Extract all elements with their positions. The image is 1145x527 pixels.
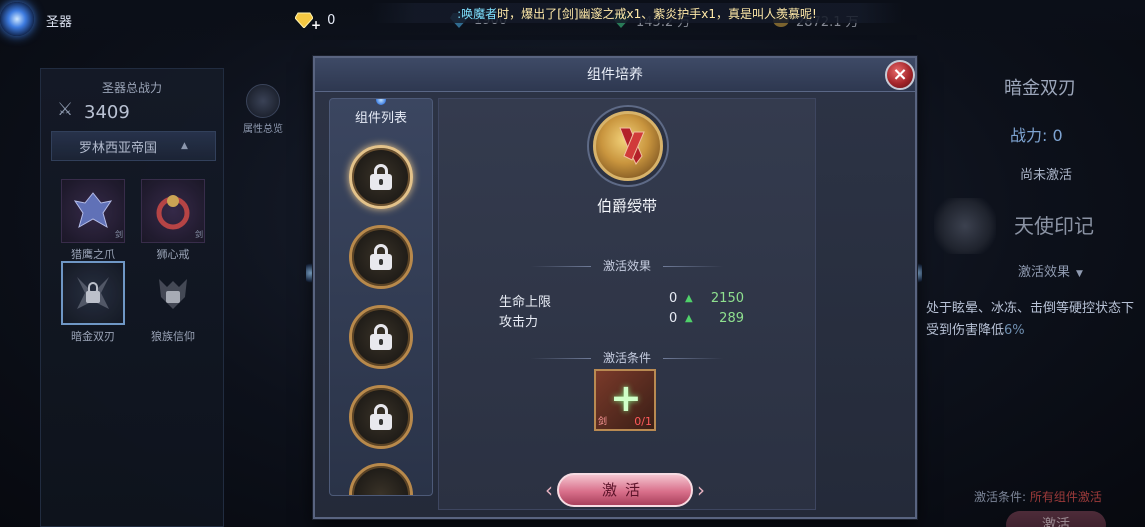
artifact-list-panel: 圣器总战力 ⚔ 3409 罗林西亚帝国 ▲ 剑 猎鹰之爪 剑 狮心戒 暗金双刃	[40, 68, 224, 527]
attribute-overview-button[interactable]: 属性总览	[238, 84, 288, 135]
page-title: 圣器	[46, 15, 73, 30]
effect-desc-text: 受到伤害降低	[926, 323, 1005, 338]
list-orb-icon	[376, 99, 386, 105]
artifact-item-selected[interactable]: 暗金双刃	[61, 261, 125, 344]
sword-emblem-icon: ⚔	[57, 99, 74, 120]
wolf-lock-icon	[159, 279, 187, 309]
component-slot[interactable]	[349, 463, 413, 495]
condition-value: 所有组件激活	[1029, 490, 1102, 504]
empire-label: 罗林西亚帝国	[79, 140, 158, 156]
lock-icon	[370, 244, 392, 270]
artifact-icon-box	[61, 261, 125, 325]
marquee-item2: 紫炎护手x1，真是叫人羡慕呢!	[653, 6, 817, 21]
effect-heading-label: 激活效果	[1018, 265, 1071, 280]
artifact-activate-button[interactable]: 激活	[1006, 511, 1106, 527]
lock-icon	[370, 404, 392, 430]
artifact-power: 战力: 0	[1010, 126, 1063, 145]
modal-header: 组件培养	[315, 58, 915, 92]
artifact-icon-box	[141, 261, 205, 325]
modal-title: 组件培养	[587, 67, 643, 83]
component-slot[interactable]	[349, 385, 413, 449]
artifact-tag: 剑	[195, 230, 203, 239]
menu-orb-icon[interactable]	[0, 2, 34, 36]
artifact-detail-panel: 暗金双刃 战力: 0 尚未激活 天使印记 激活效果 ▼ 处于眩晕、冰冻、击倒等硬控…	[926, 56, 1145, 527]
stat-name: 攻击力	[499, 315, 539, 330]
artifact-item[interactable]: 剑 猎鹰之爪	[61, 179, 125, 262]
component-detail: 伯爵绶带 激活效果 生命上限 0 ▲ 2150 攻击力 0 ▲ 289 激活条件…	[438, 98, 816, 510]
artifact-label: 狼族信仰	[151, 330, 195, 343]
component-slot[interactable]	[349, 305, 413, 369]
marquee-item: [剑]幽邃之戒x1、	[557, 6, 654, 21]
stat-current: 0	[669, 311, 678, 326]
arrow-up-icon: ▲	[685, 313, 693, 324]
artifact-name: 暗金双刃	[1004, 78, 1076, 99]
activation-condition: 激活条件: 所有组件激活	[974, 488, 1102, 505]
effect-heading: 激活效果 ▼	[1018, 261, 1083, 280]
condition-section-heading: 激活条件	[439, 349, 815, 366]
artifact-item[interactable]: 狼族信仰	[141, 261, 205, 344]
effect-section-label: 激活效果	[602, 259, 651, 273]
required-item-count: 0/1	[634, 415, 652, 428]
artifact-item[interactable]: 剑 狮心戒	[141, 179, 205, 262]
stat-next: 2150	[710, 291, 744, 306]
empire-dropdown[interactable]: 罗林西亚帝国 ▲	[51, 131, 216, 161]
lock-icon	[370, 164, 392, 190]
angel-seal-icon	[934, 198, 996, 254]
attribute-overview-label: 属性总览	[243, 124, 283, 135]
condition-label: 激活条件:	[974, 490, 1030, 504]
add-icon: +	[311, 18, 322, 32]
artifact-tag: 剑	[115, 230, 123, 239]
component-name: 伯爵绶带	[596, 197, 657, 215]
component-list-title: 组件列表	[354, 111, 407, 126]
effect-description: 处于眩晕、冰冻、击倒等硬控状态下 受到伤害降低6%	[926, 298, 1145, 342]
chevron-up-icon: ▲	[181, 141, 188, 151]
shield-icon	[246, 84, 280, 118]
activation-status: 尚未激活	[1020, 168, 1073, 183]
plus-icon: +	[610, 376, 642, 420]
artifact-label: 狮心戒	[156, 248, 190, 261]
lock-icon	[370, 324, 392, 350]
arrow-up-icon: ▲	[685, 293, 693, 304]
stat-next: 289	[719, 311, 744, 326]
currency-value: 0	[327, 12, 336, 28]
effect-desc-line2: 受到伤害降低6%	[926, 320, 1145, 342]
marquee-text: 时，爆出了	[497, 6, 558, 21]
total-power-value: 3409	[84, 102, 130, 123]
component-list: 组件列表	[329, 98, 433, 496]
effect-desc-line1: 处于眩晕、冰冻、击倒等硬控状态下	[926, 301, 1135, 316]
effect-section-heading: 激活效果	[439, 257, 815, 274]
hawk-claw-icon	[73, 192, 113, 229]
broadcast-marquee: :唤魔者 时，爆出了 [剑]幽邃之戒x1、 紫炎护手x1，真是叫人羡慕呢!	[372, 3, 902, 23]
stat-row: 攻击力 0 ▲ 289	[499, 311, 779, 330]
component-slot[interactable]	[349, 225, 413, 289]
component-slot-selected[interactable]	[349, 145, 413, 209]
artifact-label: 猎鹰之爪	[71, 248, 115, 261]
chevron-down-icon: ▼	[1076, 269, 1083, 279]
required-item-tag: 剑	[598, 417, 608, 427]
currency-diamond[interactable]: + 0	[295, 9, 336, 32]
required-item-slot[interactable]: + 剑 0/1	[594, 369, 656, 431]
dark-blades-lock-icon	[77, 277, 109, 309]
artifact-label: 暗金双刃	[71, 330, 115, 343]
component-portrait	[593, 111, 663, 181]
seal-name: 天使印记	[1014, 214, 1094, 238]
stat-row: 生命上限 0 ▲ 2150	[499, 291, 779, 310]
condition-section-label: 激活条件	[602, 351, 651, 365]
effect-desc-percent: 6%	[1004, 323, 1025, 338]
close-icon[interactable]: ×	[885, 60, 915, 90]
activate-button[interactable]: 激活	[545, 473, 705, 507]
lion-ring-icon	[156, 195, 190, 230]
stat-current: 0	[669, 291, 678, 306]
total-power-title: 圣器总战力	[101, 81, 162, 95]
component-upgrade-modal: 组件培养 × 组件列表 伯爵绶带 激活效果 生命上限 0 ▲ 2150 攻击力 …	[313, 56, 917, 519]
marquee-player: :唤魔者	[457, 6, 498, 21]
stat-name: 生命上限	[499, 295, 552, 310]
top-bar: 圣器 + 0 1900 145.2 万 2872.1 万 :唤魔者 时，爆出了 …	[0, 0, 1145, 40]
ribbon-icon	[619, 127, 645, 165]
